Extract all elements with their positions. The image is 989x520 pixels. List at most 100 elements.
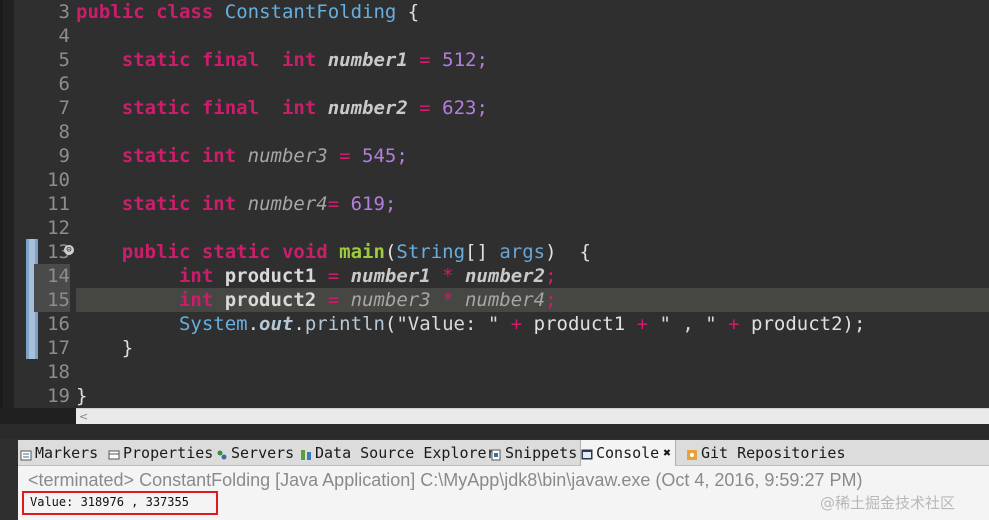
line-number: 14 [34, 264, 70, 288]
code-token: int [201, 193, 237, 215]
line-number: 12 [47, 217, 70, 239]
code-token: static [201, 241, 271, 263]
horizontal-scrollbar[interactable]: < [76, 408, 989, 424]
code-token: static [121, 49, 191, 71]
code-token: number2 [327, 97, 408, 119]
code-token: 619; [350, 193, 397, 215]
code-area[interactable]: public class ConstantFolding { static fi… [76, 0, 989, 408]
code-token: ) { [545, 241, 591, 263]
code-token: number4 [464, 289, 546, 311]
code-line[interactable] [76, 120, 989, 144]
line-number: 6 [58, 73, 70, 95]
code-line[interactable]: public class ConstantFolding { [76, 0, 989, 24]
code-token: number1 [327, 49, 408, 71]
tab-servers[interactable]: Servers [216, 440, 294, 466]
code-line[interactable]: int product2 = number3 * number4; [76, 288, 989, 312]
code-token: product2 [224, 289, 317, 311]
panel-separator[interactable] [0, 424, 989, 439]
fold-collapse-icon[interactable]: ⊖ [64, 245, 74, 255]
code-token: product1 [224, 265, 317, 287]
line-number: 10 [47, 169, 70, 191]
code-token: ( [384, 241, 397, 263]
code-token: static [121, 193, 191, 215]
properties-icon [108, 447, 120, 460]
code-token: = [316, 289, 351, 311]
code-token: number3 [247, 145, 328, 167]
tab-label: Data Source Explorer [315, 444, 496, 462]
code-token: 623; [442, 97, 488, 119]
git-icon [686, 447, 698, 460]
code-token: product1 [533, 313, 626, 335]
tab-label: Git Repositories [701, 444, 846, 462]
code-token: } [76, 385, 88, 407]
code-token: ); [842, 313, 866, 335]
console-output-line: Value: 318976 , 337355 [30, 495, 189, 509]
tab-label: Snippets [505, 444, 578, 462]
code-token: { [396, 1, 420, 23]
code-token: number4 [247, 193, 328, 215]
code-token: number3 [350, 289, 431, 311]
code-line[interactable]: int product1 = number1 * number2; [76, 264, 989, 288]
line-number: 17 [47, 337, 70, 359]
tab-label: Properties [123, 444, 214, 462]
tab-git-repositories[interactable]: Git Repositories [686, 440, 846, 466]
code-line[interactable]: } [76, 384, 989, 408]
code-token: final [201, 49, 260, 71]
line-number-gutter: 3 4 5 6 7 8 9 10 11 12 13 14 15 16 17 18 19 [34, 0, 74, 408]
code-line[interactable]: static int number3 = 545; [76, 144, 989, 168]
code-line[interactable] [76, 72, 989, 96]
tab-console[interactable]: Console ✖ [580, 440, 677, 466]
close-icon[interactable]: ✖ [663, 446, 671, 461]
code-line[interactable] [76, 360, 989, 384]
tab-properties[interactable]: Properties [108, 440, 213, 466]
snippets-icon [490, 447, 502, 461]
code-token: [] [465, 241, 500, 263]
code-token: ( [384, 313, 397, 335]
code-line[interactable]: static final int number2 = 623; [76, 96, 989, 120]
code-token: + [499, 313, 534, 335]
code-token: class [156, 1, 214, 23]
code-token: . [293, 313, 305, 335]
code-token: = [327, 145, 363, 167]
code-line[interactable]: System.out.println("Value: " + product1 … [76, 312, 989, 336]
code-token: System [178, 313, 248, 335]
code-token: "Value: " [396, 313, 500, 335]
tab-label: Servers [231, 444, 295, 462]
view-tab-bar: Markers Properties Servers Data Source Expl… [18, 440, 989, 466]
code-token: ConstantFolding [224, 1, 397, 23]
code-line[interactable]: public static void main(String[] args) { [76, 240, 989, 264]
code-token: static [121, 97, 191, 119]
code-editor[interactable]: 3 4 5 6 7 8 9 10 11 12 13 14 15 16 17 18 19 ⊖ public cla… [0, 0, 989, 408]
code-line[interactable]: } [76, 336, 989, 360]
code-line[interactable]: static final int number1 = 512; [76, 48, 989, 72]
code-token: = [327, 193, 351, 215]
tab-snippets[interactable]: Snippets [490, 440, 577, 466]
code-line[interactable]: static int number4= 619; [76, 192, 989, 216]
code-line[interactable] [76, 168, 989, 192]
console-status-line: <terminated> ConstantFolding [Java Appli… [28, 470, 863, 490]
code-token: int [281, 97, 317, 119]
markers-icon [20, 447, 32, 461]
code-token: out [259, 313, 294, 335]
code-token: main [339, 241, 385, 263]
console-icon [581, 447, 593, 460]
code-line[interactable] [76, 216, 989, 240]
tab-data-source-explorer[interactable]: Data Source Explorer [300, 440, 496, 466]
code-line[interactable] [76, 24, 989, 48]
servers-icon [216, 447, 228, 460]
scroll-left-arrow-icon[interactable]: < [79, 409, 88, 424]
tab-markers[interactable]: Markers [20, 440, 98, 466]
